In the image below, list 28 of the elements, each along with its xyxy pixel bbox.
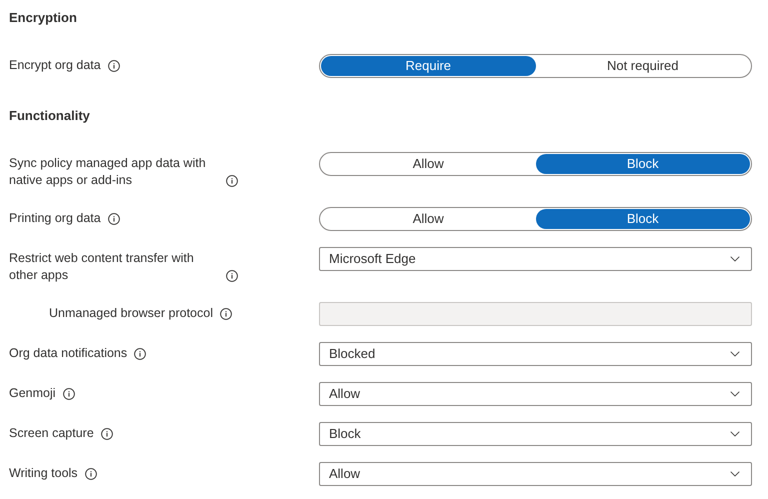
setting-label: Restrict web content transfer with other apps xyxy=(9,250,195,284)
setting-label: Writing tools xyxy=(9,465,78,482)
toggle-option[interactable]: Block xyxy=(536,154,750,174)
section-heading: Encryption xyxy=(9,9,78,27)
section-heading: Functionality xyxy=(9,107,91,125)
setting-label: Genmoji xyxy=(9,385,56,402)
info-icon[interactable] xyxy=(100,428,113,440)
info-icon[interactable] xyxy=(220,308,232,320)
toggle-option[interactable]: Require xyxy=(321,56,536,76)
info-icon[interactable] xyxy=(226,270,238,282)
dropdown[interactable]: Blocked xyxy=(319,342,752,366)
setting-label: Sync policy managed app data with native apps or add-ins xyxy=(9,155,207,189)
setting-label: Org data notifications xyxy=(9,345,128,362)
info-icon[interactable] xyxy=(134,348,146,360)
info-icon[interactable] xyxy=(108,212,120,224)
info-icon[interactable] xyxy=(226,174,238,186)
toggle-option[interactable]: Block xyxy=(536,209,750,229)
setting-label: Encrypt org data xyxy=(9,57,101,74)
info-icon[interactable] xyxy=(108,60,120,72)
dropdown[interactable]: Block xyxy=(319,422,752,446)
dropdown[interactable]: Microsoft Edge xyxy=(319,247,752,271)
setting-label: Unmanaged browser protocol xyxy=(49,305,213,322)
dropdown[interactable]: Allow xyxy=(319,382,752,406)
setting-label: Printing org data xyxy=(9,210,101,227)
info-icon[interactable] xyxy=(62,388,75,400)
setting-label: Screen capture xyxy=(9,425,94,442)
info-icon[interactable] xyxy=(84,468,97,480)
dropdown[interactable]: Allow xyxy=(319,462,752,486)
